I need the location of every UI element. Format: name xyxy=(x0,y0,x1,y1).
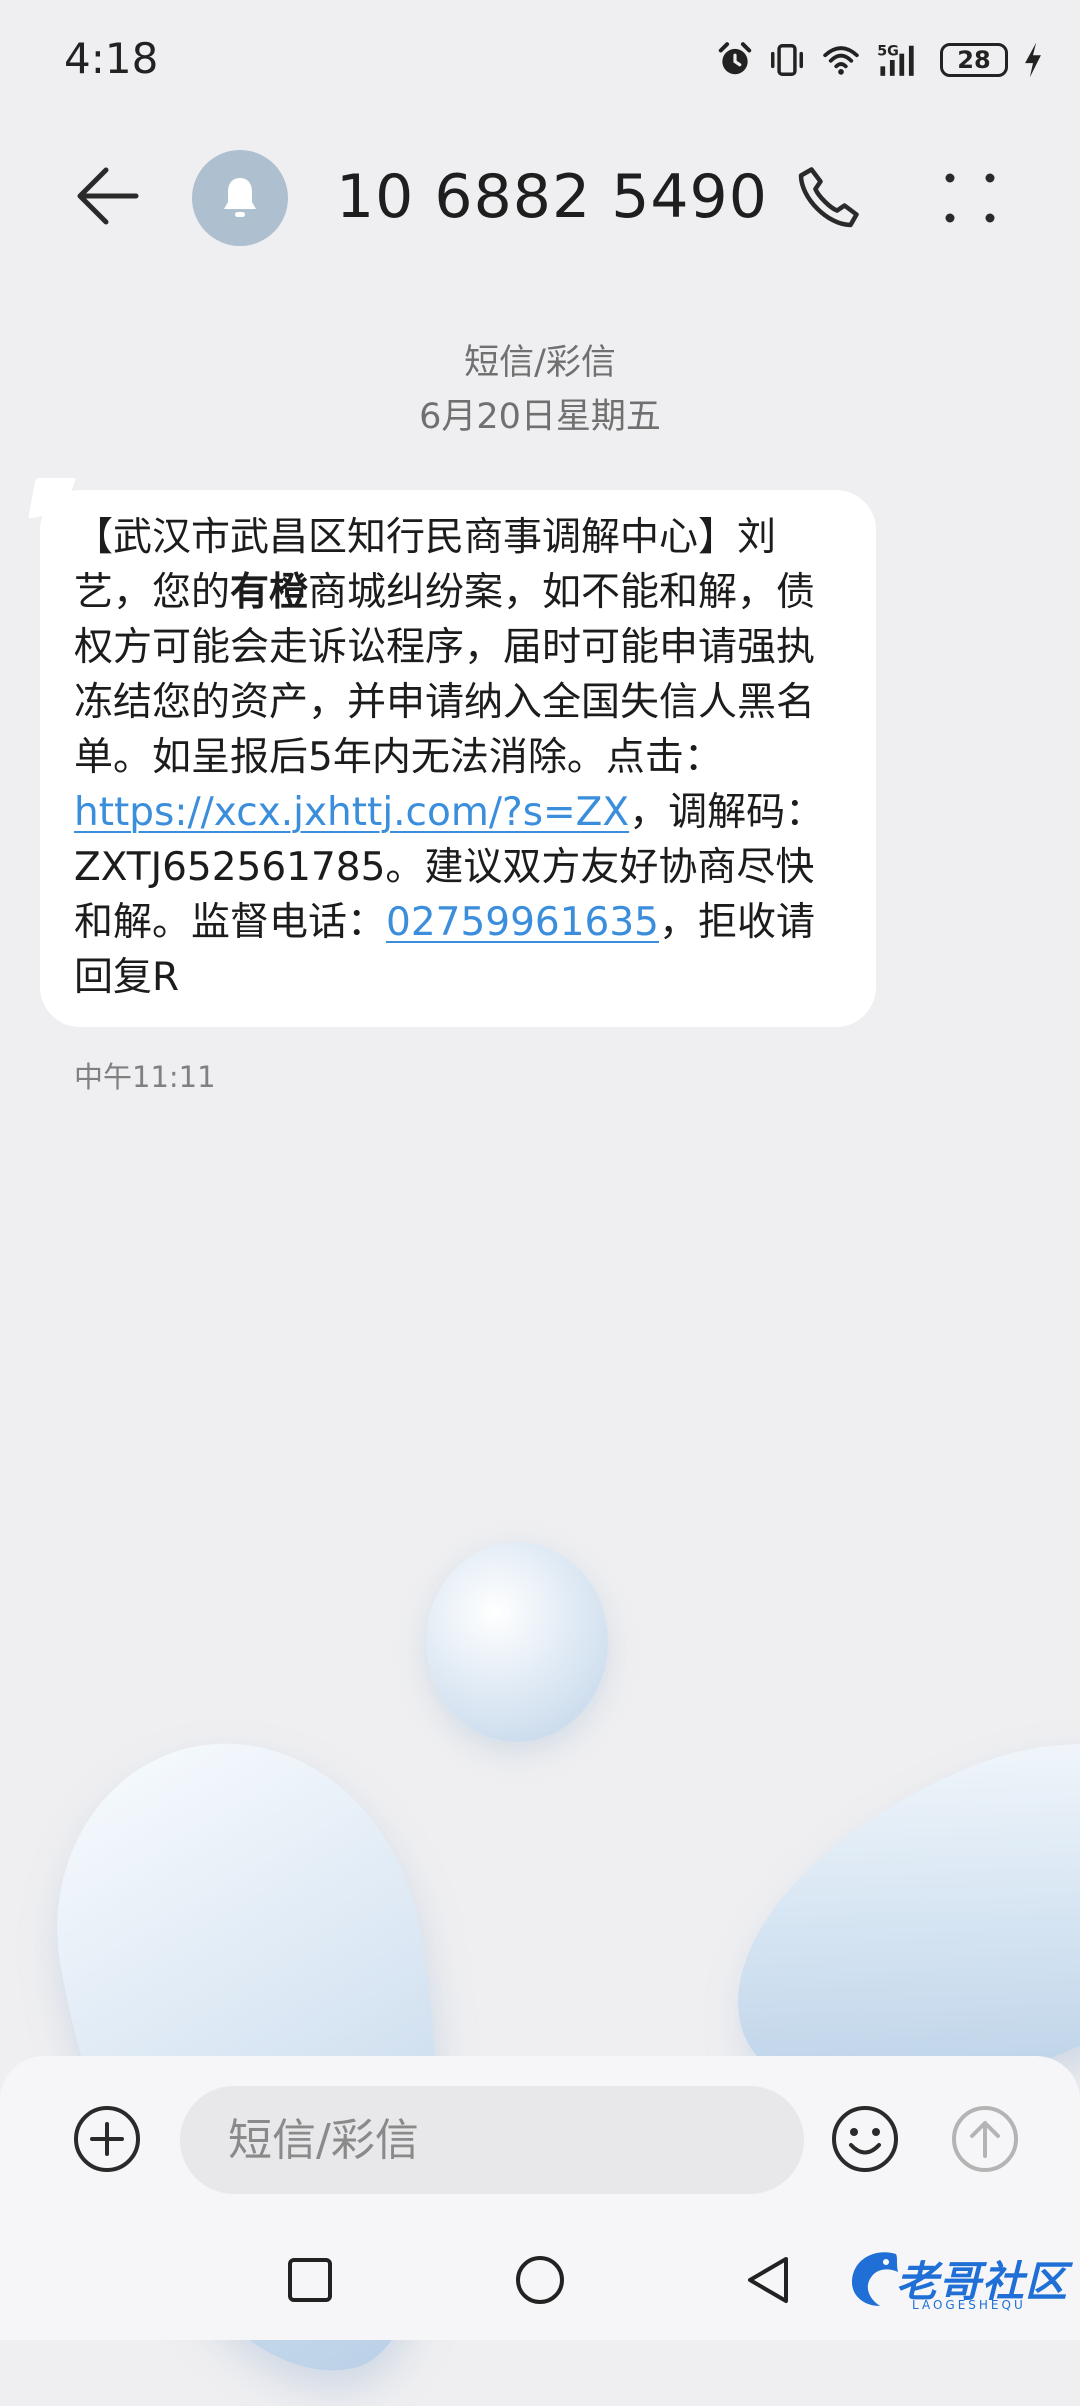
plus-circle-icon xyxy=(74,2106,140,2172)
message-input[interactable] xyxy=(180,2086,804,2194)
watermark-logo: 老哥社区 LAOGESHEQU xyxy=(846,2244,1070,2314)
status-icons: 5G 28 xyxy=(716,38,1044,82)
back-button[interactable] xyxy=(72,160,144,232)
call-button[interactable] xyxy=(792,162,864,234)
message-time: 中午11:11 xyxy=(74,1060,216,1094)
emoji-button[interactable] xyxy=(830,2104,900,2174)
nav-back-button[interactable] xyxy=(744,2254,792,2306)
message-bold-text: 有橙 xyxy=(230,570,309,615)
wallpaper-drop xyxy=(426,1542,608,1742)
status-time: 4:18 xyxy=(64,34,159,83)
contact-avatar[interactable] xyxy=(192,150,288,246)
battery-level: 28 xyxy=(957,46,991,74)
send-arrow-icon xyxy=(952,2106,1018,2172)
more-options-button[interactable] xyxy=(940,168,1000,228)
send-button[interactable] xyxy=(950,2104,1020,2174)
phone-icon xyxy=(798,167,859,228)
circle-home-icon xyxy=(516,2256,564,2304)
smiley-icon xyxy=(832,2106,898,2172)
triangle-back-icon xyxy=(748,2257,788,2303)
charging-icon xyxy=(1025,42,1041,78)
signal-icon: 5G xyxy=(877,43,914,76)
more-dots-icon xyxy=(945,173,995,223)
bell-icon xyxy=(224,178,256,217)
arrow-left-icon xyxy=(77,167,139,225)
watermark-subtext: LAOGESHEQU xyxy=(912,2298,1026,2312)
channel-label: 短信/彩信 xyxy=(464,343,616,383)
wifi-icon xyxy=(823,46,859,75)
add-attachment-button[interactable] xyxy=(72,2104,142,2174)
alarm-icon xyxy=(718,42,752,75)
nav-home-button[interactable] xyxy=(514,2254,566,2306)
battery-icon: 28 xyxy=(940,43,1008,77)
nav-recents-button[interactable] xyxy=(286,2256,334,2304)
message-bubble[interactable]: 【武汉市武昌区知行民商事调解中心】刘艺，您的有橙商城纠纷案，如不能和解，债权方可… xyxy=(40,490,876,1027)
vibrate-icon xyxy=(771,44,803,76)
square-recents-icon xyxy=(288,2258,332,2302)
svg-text:5G: 5G xyxy=(877,43,899,59)
message-phone-link[interactable]: 02759961635 xyxy=(386,900,659,945)
date-label: 6月20日星期五 xyxy=(419,397,661,437)
message-link[interactable]: https://xcx.jxhttj.com/?s=ZX xyxy=(74,790,629,835)
contact-title: 10 6882 5490 xyxy=(336,162,768,232)
